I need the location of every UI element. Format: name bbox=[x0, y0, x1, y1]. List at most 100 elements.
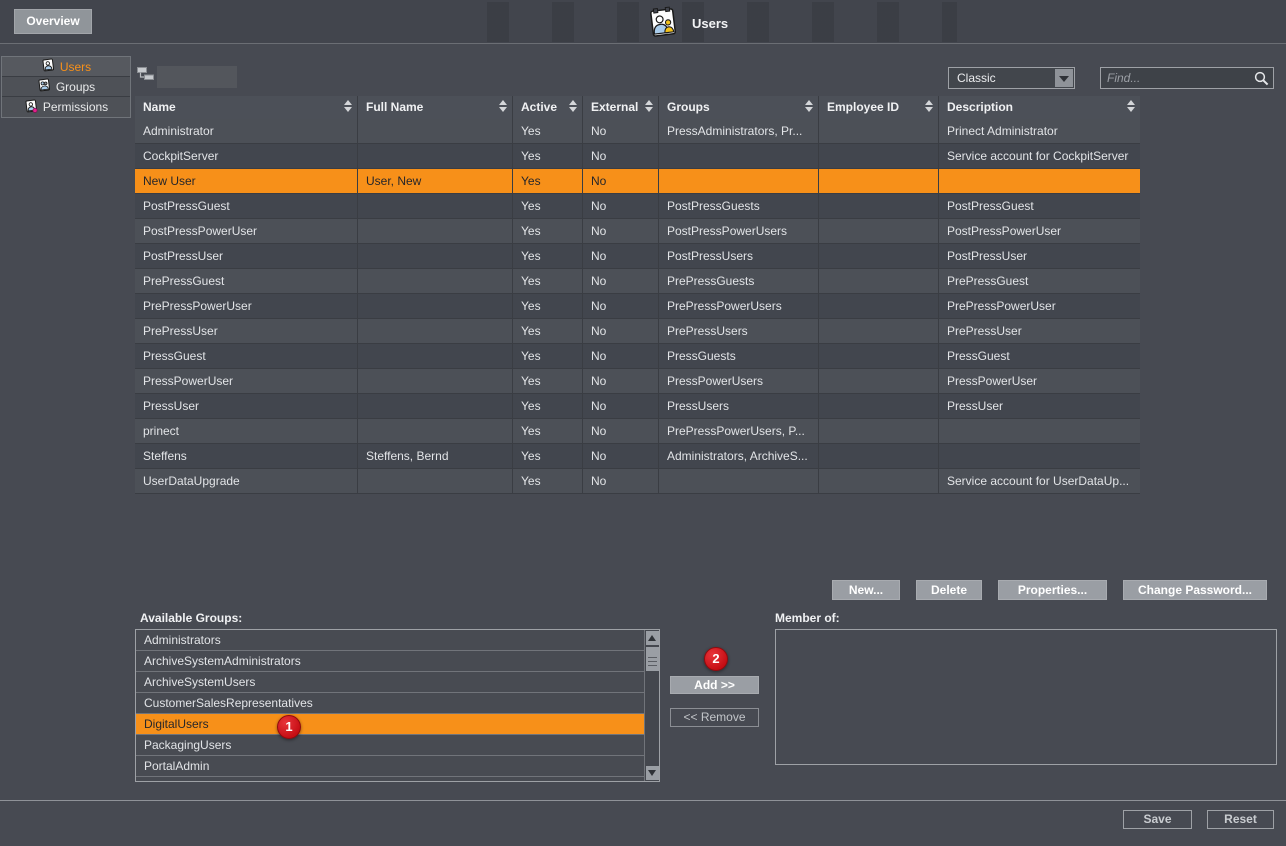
cell-external: No bbox=[582, 119, 658, 143]
cell-name: Administrator bbox=[135, 119, 357, 143]
table-row[interactable]: SteffensSteffens, BerndYesNoAdministrato… bbox=[135, 444, 1140, 469]
cell-name: Steffens bbox=[135, 444, 357, 468]
sidebar-item-users[interactable]: Users bbox=[2, 57, 130, 77]
cell-description: PrePressPowerUser bbox=[938, 294, 1140, 318]
cell-employee-id bbox=[818, 369, 938, 393]
cell-name: PrePressGuest bbox=[135, 269, 357, 293]
group-list-item[interactable]: Administrators bbox=[136, 630, 644, 651]
cell-groups bbox=[658, 469, 818, 493]
cell-employee-id bbox=[818, 244, 938, 268]
cell-full-name: User, New bbox=[357, 169, 512, 193]
properties-button[interactable]: Properties... bbox=[998, 580, 1107, 600]
cell-description: Service account for UserDataUp... bbox=[938, 469, 1140, 493]
cell-groups: PostPressPowerUsers bbox=[658, 219, 818, 243]
delete-user-button[interactable]: Delete bbox=[916, 580, 982, 600]
dropdown-arrow-button[interactable] bbox=[1055, 69, 1073, 87]
hierarchy-filter-icon[interactable] bbox=[137, 66, 154, 84]
groups-scrollbar[interactable] bbox=[644, 630, 659, 781]
group-list-item[interactable]: ArchiveSystemUsers bbox=[136, 672, 644, 693]
cell-active: Yes bbox=[512, 394, 582, 418]
overview-button[interactable]: Overview bbox=[14, 9, 92, 34]
available-groups-label: Available Groups: bbox=[140, 611, 242, 625]
cell-groups: PostPressUsers bbox=[658, 244, 818, 268]
cell-employee-id bbox=[818, 194, 938, 218]
table-row[interactable]: PrePressUserYesNoPrePressUsersPrePressUs… bbox=[135, 319, 1140, 344]
group-list-item[interactable]: PortalAdmin bbox=[136, 756, 644, 777]
cell-external: No bbox=[582, 219, 658, 243]
table-row[interactable]: New UserUser, NewYesNo bbox=[135, 169, 1140, 194]
permissions-card-icon bbox=[24, 99, 38, 116]
view-style-dropdown[interactable]: Classic bbox=[948, 67, 1075, 89]
find-input[interactable] bbox=[1107, 69, 1247, 87]
table-row[interactable]: PrePressGuestYesNoPrePressGuestsPrePress… bbox=[135, 269, 1140, 294]
table-row[interactable]: PostPressUserYesNoPostPressUsersPostPres… bbox=[135, 244, 1140, 269]
filter-field[interactable] bbox=[157, 66, 237, 88]
column-header-label: Description bbox=[947, 100, 1013, 114]
table-row[interactable]: UserDataUpgradeYesNoService account for … bbox=[135, 469, 1140, 494]
sidebar-item-permissions[interactable]: Permissions bbox=[2, 97, 130, 117]
scrollbar-thumb[interactable] bbox=[646, 647, 659, 671]
group-list-item[interactable]: DigitalUsers bbox=[136, 714, 644, 735]
table-row[interactable]: PressGuestYesNoPressGuestsPressGuest bbox=[135, 344, 1140, 369]
cell-external: No bbox=[582, 319, 658, 343]
column-header-description[interactable]: Description bbox=[938, 96, 1140, 119]
column-header-employee-id[interactable]: Employee ID bbox=[818, 96, 938, 119]
column-header-external[interactable]: External bbox=[582, 96, 658, 119]
table-row[interactable]: PrePressPowerUserYesNoPrePressPowerUsers… bbox=[135, 294, 1140, 319]
member-of-listbox[interactable] bbox=[775, 629, 1277, 765]
column-header-label: Active bbox=[521, 100, 557, 114]
cell-full-name bbox=[357, 419, 512, 443]
cell-active: Yes bbox=[512, 369, 582, 393]
scroll-down-button[interactable] bbox=[646, 766, 659, 780]
cell-groups: PressGuests bbox=[658, 344, 818, 368]
cell-description: PressPowerUser bbox=[938, 369, 1140, 393]
table-row[interactable]: PressPowerUserYesNoPressPowerUsersPressP… bbox=[135, 369, 1140, 394]
sort-arrows-icon bbox=[569, 100, 577, 112]
cell-external: No bbox=[582, 444, 658, 468]
sort-arrows-icon bbox=[925, 100, 933, 112]
search-icon[interactable] bbox=[1253, 70, 1270, 87]
table-row[interactable]: PostPressPowerUserYesNoPostPressPowerUse… bbox=[135, 219, 1140, 244]
reset-button[interactable]: Reset bbox=[1207, 810, 1274, 829]
group-list-item[interactable]: ArchiveSystemAdministrators bbox=[136, 651, 644, 672]
column-header-label: Name bbox=[143, 100, 176, 114]
cell-description: PostPressPowerUser bbox=[938, 219, 1140, 243]
sort-arrows-icon bbox=[805, 100, 813, 112]
cell-description: PressUser bbox=[938, 394, 1140, 418]
column-header-label: Employee ID bbox=[827, 100, 899, 114]
column-header-active[interactable]: Active bbox=[512, 96, 582, 119]
cell-employee-id bbox=[818, 294, 938, 318]
table-row[interactable]: prinectYesNoPrePressPowerUsers, P... bbox=[135, 419, 1140, 444]
change-password-button[interactable]: Change Password... bbox=[1123, 580, 1267, 600]
cell-full-name bbox=[357, 144, 512, 168]
sidebar-item-groups[interactable]: Groups bbox=[2, 77, 130, 97]
cell-employee-id bbox=[818, 469, 938, 493]
save-button[interactable]: Save bbox=[1123, 810, 1192, 829]
group-list-item[interactable]: PackagingUsers bbox=[136, 735, 644, 756]
cell-employee-id bbox=[818, 319, 938, 343]
cell-description: PrePressUser bbox=[938, 319, 1140, 343]
footer-divider bbox=[0, 800, 1286, 801]
cell-employee-id bbox=[818, 269, 938, 293]
new-user-button[interactable]: New... bbox=[832, 580, 900, 600]
cell-description: PressGuest bbox=[938, 344, 1140, 368]
column-header-groups[interactable]: Groups bbox=[658, 96, 818, 119]
column-header-name[interactable]: Name bbox=[135, 96, 357, 119]
cell-full-name bbox=[357, 219, 512, 243]
cell-external: No bbox=[582, 394, 658, 418]
cell-active: Yes bbox=[512, 244, 582, 268]
cell-active: Yes bbox=[512, 194, 582, 218]
column-header-full-name[interactable]: Full Name bbox=[357, 96, 512, 119]
table-row[interactable]: PostPressGuestYesNoPostPressGuestsPostPr… bbox=[135, 194, 1140, 219]
group-list-item[interactable]: CustomerSalesRepresentatives bbox=[136, 693, 644, 714]
cell-description bbox=[938, 444, 1140, 468]
scroll-up-button[interactable] bbox=[646, 631, 659, 645]
remove-group-button[interactable]: << Remove bbox=[670, 708, 759, 727]
table-row[interactable]: CockpitServerYesNoService account for Co… bbox=[135, 144, 1140, 169]
cell-groups: Administrators, ArchiveS... bbox=[658, 444, 818, 468]
users-table-header: Name Full Name Active ExternalGroups Employe… bbox=[135, 96, 1140, 119]
add-group-button[interactable]: Add >> bbox=[670, 676, 759, 694]
table-row[interactable]: PressUserYesNoPressUsersPressUser bbox=[135, 394, 1140, 419]
table-row[interactable]: AdministratorYesNoPressAdministrators, P… bbox=[135, 119, 1140, 144]
cell-full-name bbox=[357, 244, 512, 268]
